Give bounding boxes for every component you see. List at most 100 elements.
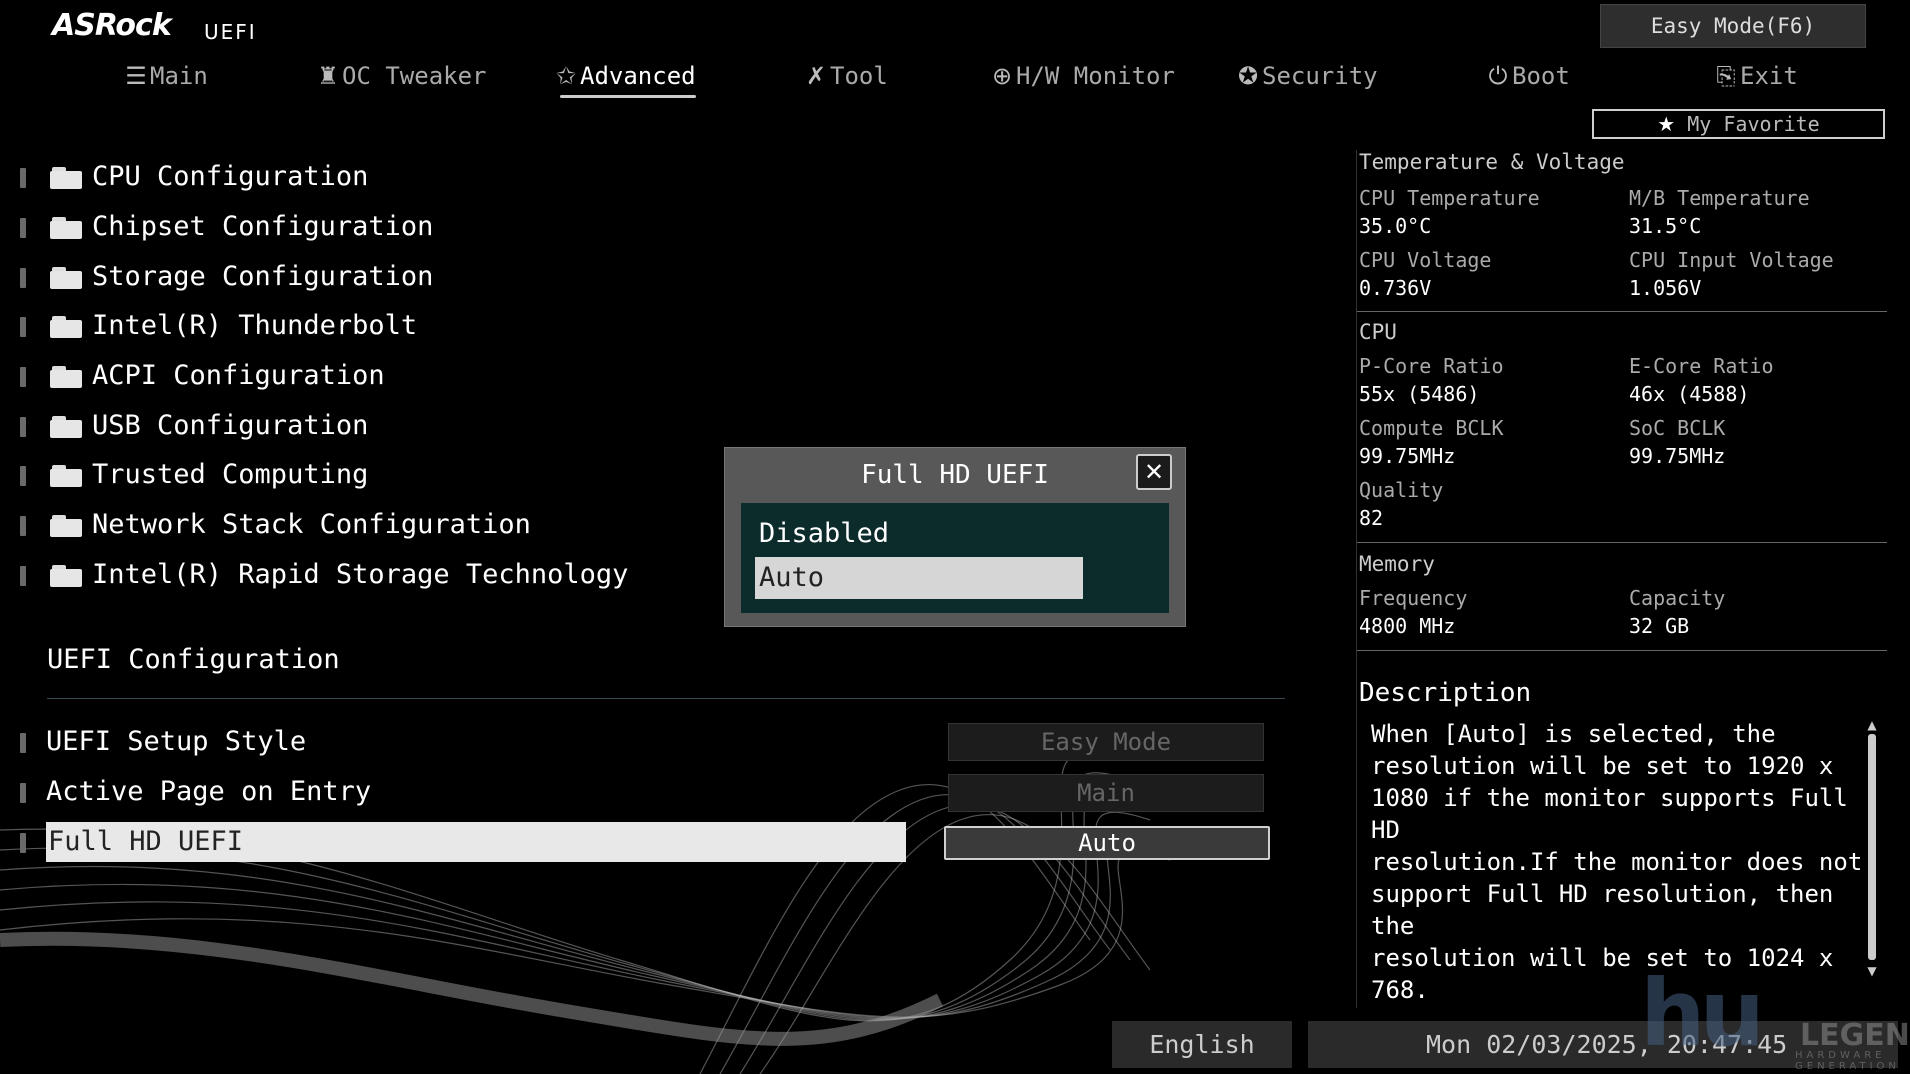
mb-temp-label: M/B Temperature (1629, 186, 1810, 210)
tab-exit[interactable]: ⎘ Exit (1712, 56, 1797, 96)
bullet-marker (20, 167, 26, 188)
cpu-section-title: CPU (1359, 320, 1397, 344)
description-text: When [Auto] is selected, the resolution … (1371, 720, 1863, 1068)
ecore-ratio-value: 46x (4588) (1629, 382, 1750, 406)
full-hd-uefi-value[interactable]: Auto (944, 826, 1270, 860)
dialog-option-list: Disabled Auto (741, 503, 1169, 613)
option-auto[interactable]: Auto (755, 557, 1083, 599)
close-icon[interactable]: ✕ (1136, 454, 1172, 490)
folder-icon (50, 464, 82, 487)
cpu-temp-label: CPU Temperature (1359, 186, 1540, 210)
tab-tool[interactable]: ✗ Tool (802, 56, 888, 96)
pcore-ratio-label: P-Core Ratio (1359, 354, 1504, 378)
bullet-marker (20, 465, 26, 486)
folder-icon (50, 266, 82, 289)
quality-value: 82 (1359, 506, 1384, 530)
mb-temp-value: 31.5°C (1629, 214, 1702, 238)
tools-icon: ✗ (805, 62, 827, 90)
menu-item-storage-configuration[interactable]: Storage Configuration (20, 257, 433, 297)
menu-item-chipset-configuration[interactable]: Chipset Configuration (20, 207, 433, 247)
bullet-marker (20, 316, 26, 337)
bullet-marker (20, 366, 26, 387)
folder-icon (50, 216, 82, 239)
setting-uefi-setup-style[interactable]: UEFI Setup Style (20, 722, 306, 762)
description-scrollbar[interactable]: ▲ ▼ (1865, 718, 1879, 978)
tab-advanced[interactable]: ✩ Advanced (552, 56, 696, 98)
menu-item-cpu-configuration[interactable]: CPU Configuration (20, 157, 368, 197)
tab-oc-tweaker[interactable]: ♜ OC Tweaker (314, 56, 486, 96)
section-divider (47, 698, 1285, 699)
folder-icon (50, 365, 82, 388)
tab-boot[interactable]: ⏻ Boot (1484, 56, 1570, 96)
star-icon: ★ (1657, 112, 1676, 136)
bullet-marker (20, 565, 26, 586)
dialog-title: Full HD UEFI (861, 460, 1049, 490)
memory-capacity-label: Capacity (1629, 586, 1726, 610)
watermark-subtext: HARDWARE GENERATION (1795, 1050, 1900, 1072)
tab-main[interactable]: ☰ Main (122, 56, 208, 96)
ecore-ratio-label: E-Core Ratio (1629, 354, 1774, 378)
full-hd-uefi-dialog: Full HD UEFI ✕ Disabled Auto (724, 447, 1186, 627)
main-nav: ☰ Main ♜ OC Tweaker ✩ Advanced ✗ Tool ⊕ H/W M… (0, 56, 1910, 100)
bullet-marker (20, 416, 26, 437)
cpu-input-voltage-value: 1.056V (1629, 276, 1702, 300)
uefi-configuration-title: UEFI Configuration (47, 644, 340, 675)
description-title: Description (1359, 678, 1532, 708)
folder-icon (50, 415, 82, 438)
menu-item-network-stack[interactable]: Network Stack Configuration (20, 505, 531, 545)
my-favorite-button[interactable]: ★ My Favorite (1592, 109, 1885, 139)
setting-active-page-on-entry[interactable]: Active Page on Entry (20, 772, 371, 812)
bullet-marker (20, 515, 26, 536)
panel-divider (1357, 542, 1887, 543)
compute-bclk-value: 99.75MHz (1359, 444, 1456, 468)
bullet-marker (20, 217, 26, 238)
active-page-value[interactable]: Main (948, 774, 1264, 812)
menu-item-usb-configuration[interactable]: USB Configuration (20, 406, 368, 446)
asrock-logo: ASRock (52, 8, 172, 43)
folder-icon (50, 315, 82, 338)
memory-frequency-label: Frequency (1359, 586, 1468, 610)
scrollbar-thumb[interactable] (1868, 734, 1876, 960)
temp-voltage-title: Temperature & Voltage (1359, 150, 1625, 174)
cpu-voltage-label: CPU Voltage (1359, 248, 1492, 272)
bullet-marker (20, 732, 26, 753)
panel-divider (1357, 650, 1887, 651)
star-icon: ✩ (555, 62, 577, 90)
tab-hw-monitor[interactable]: ⊕ H/W Monitor (988, 56, 1175, 96)
menu-item-trusted-computing[interactable]: Trusted Computing (20, 455, 368, 495)
watermark-text: LEGEND (1800, 1018, 1910, 1053)
power-icon: ⏻ (1488, 62, 1508, 90)
setting-full-hd-uefi[interactable]: Full HD UEFI (20, 822, 906, 862)
scroll-up-icon[interactable]: ▲ (1865, 718, 1879, 732)
menu-item-thunderbolt[interactable]: Intel(R) Thunderbolt (20, 306, 417, 346)
option-disabled[interactable]: Disabled (755, 513, 1083, 555)
bullet-marker (20, 832, 26, 853)
exit-icon: ⎘ (1716, 62, 1736, 90)
soc-bclk-label: SoC BCLK (1629, 416, 1726, 440)
uefi-setup-style-value[interactable]: Easy Mode (948, 723, 1264, 761)
folder-icon (50, 166, 82, 189)
folder-icon (50, 564, 82, 587)
uefi-logo-text: UEFI (204, 20, 257, 44)
quality-label: Quality (1359, 478, 1444, 502)
menu-item-rapid-storage[interactable]: Intel(R) Rapid Storage Technology (20, 555, 628, 595)
pcore-ratio-value: 55x (5486) (1359, 382, 1480, 406)
cpu-input-voltage-label: CPU Input Voltage (1629, 248, 1834, 272)
menu-item-acpi-configuration[interactable]: ACPI Configuration (20, 356, 385, 396)
my-favorite-label: My Favorite (1687, 112, 1820, 136)
shield-icon: ✪ (1237, 62, 1259, 90)
language-button[interactable]: English (1112, 1021, 1292, 1068)
folder-icon (50, 514, 82, 537)
cpu-temp-value: 35.0°C (1359, 214, 1432, 238)
rocket-icon: ♜ (317, 62, 339, 90)
easy-mode-button[interactable]: Easy Mode(F6) (1600, 4, 1866, 48)
list-icon: ☰ (125, 62, 147, 90)
tab-security[interactable]: ✪ Security (1234, 56, 1378, 96)
compute-bclk-label: Compute BCLK (1359, 416, 1504, 440)
bullet-marker (20, 267, 26, 288)
soc-bclk-value: 99.75MHz (1629, 444, 1726, 468)
memory-section-title: Memory (1359, 552, 1435, 576)
memory-capacity-value: 32 GB (1629, 614, 1690, 638)
monitor-icon: ⊕ (991, 62, 1013, 90)
scroll-down-icon[interactable]: ▼ (1865, 964, 1879, 978)
